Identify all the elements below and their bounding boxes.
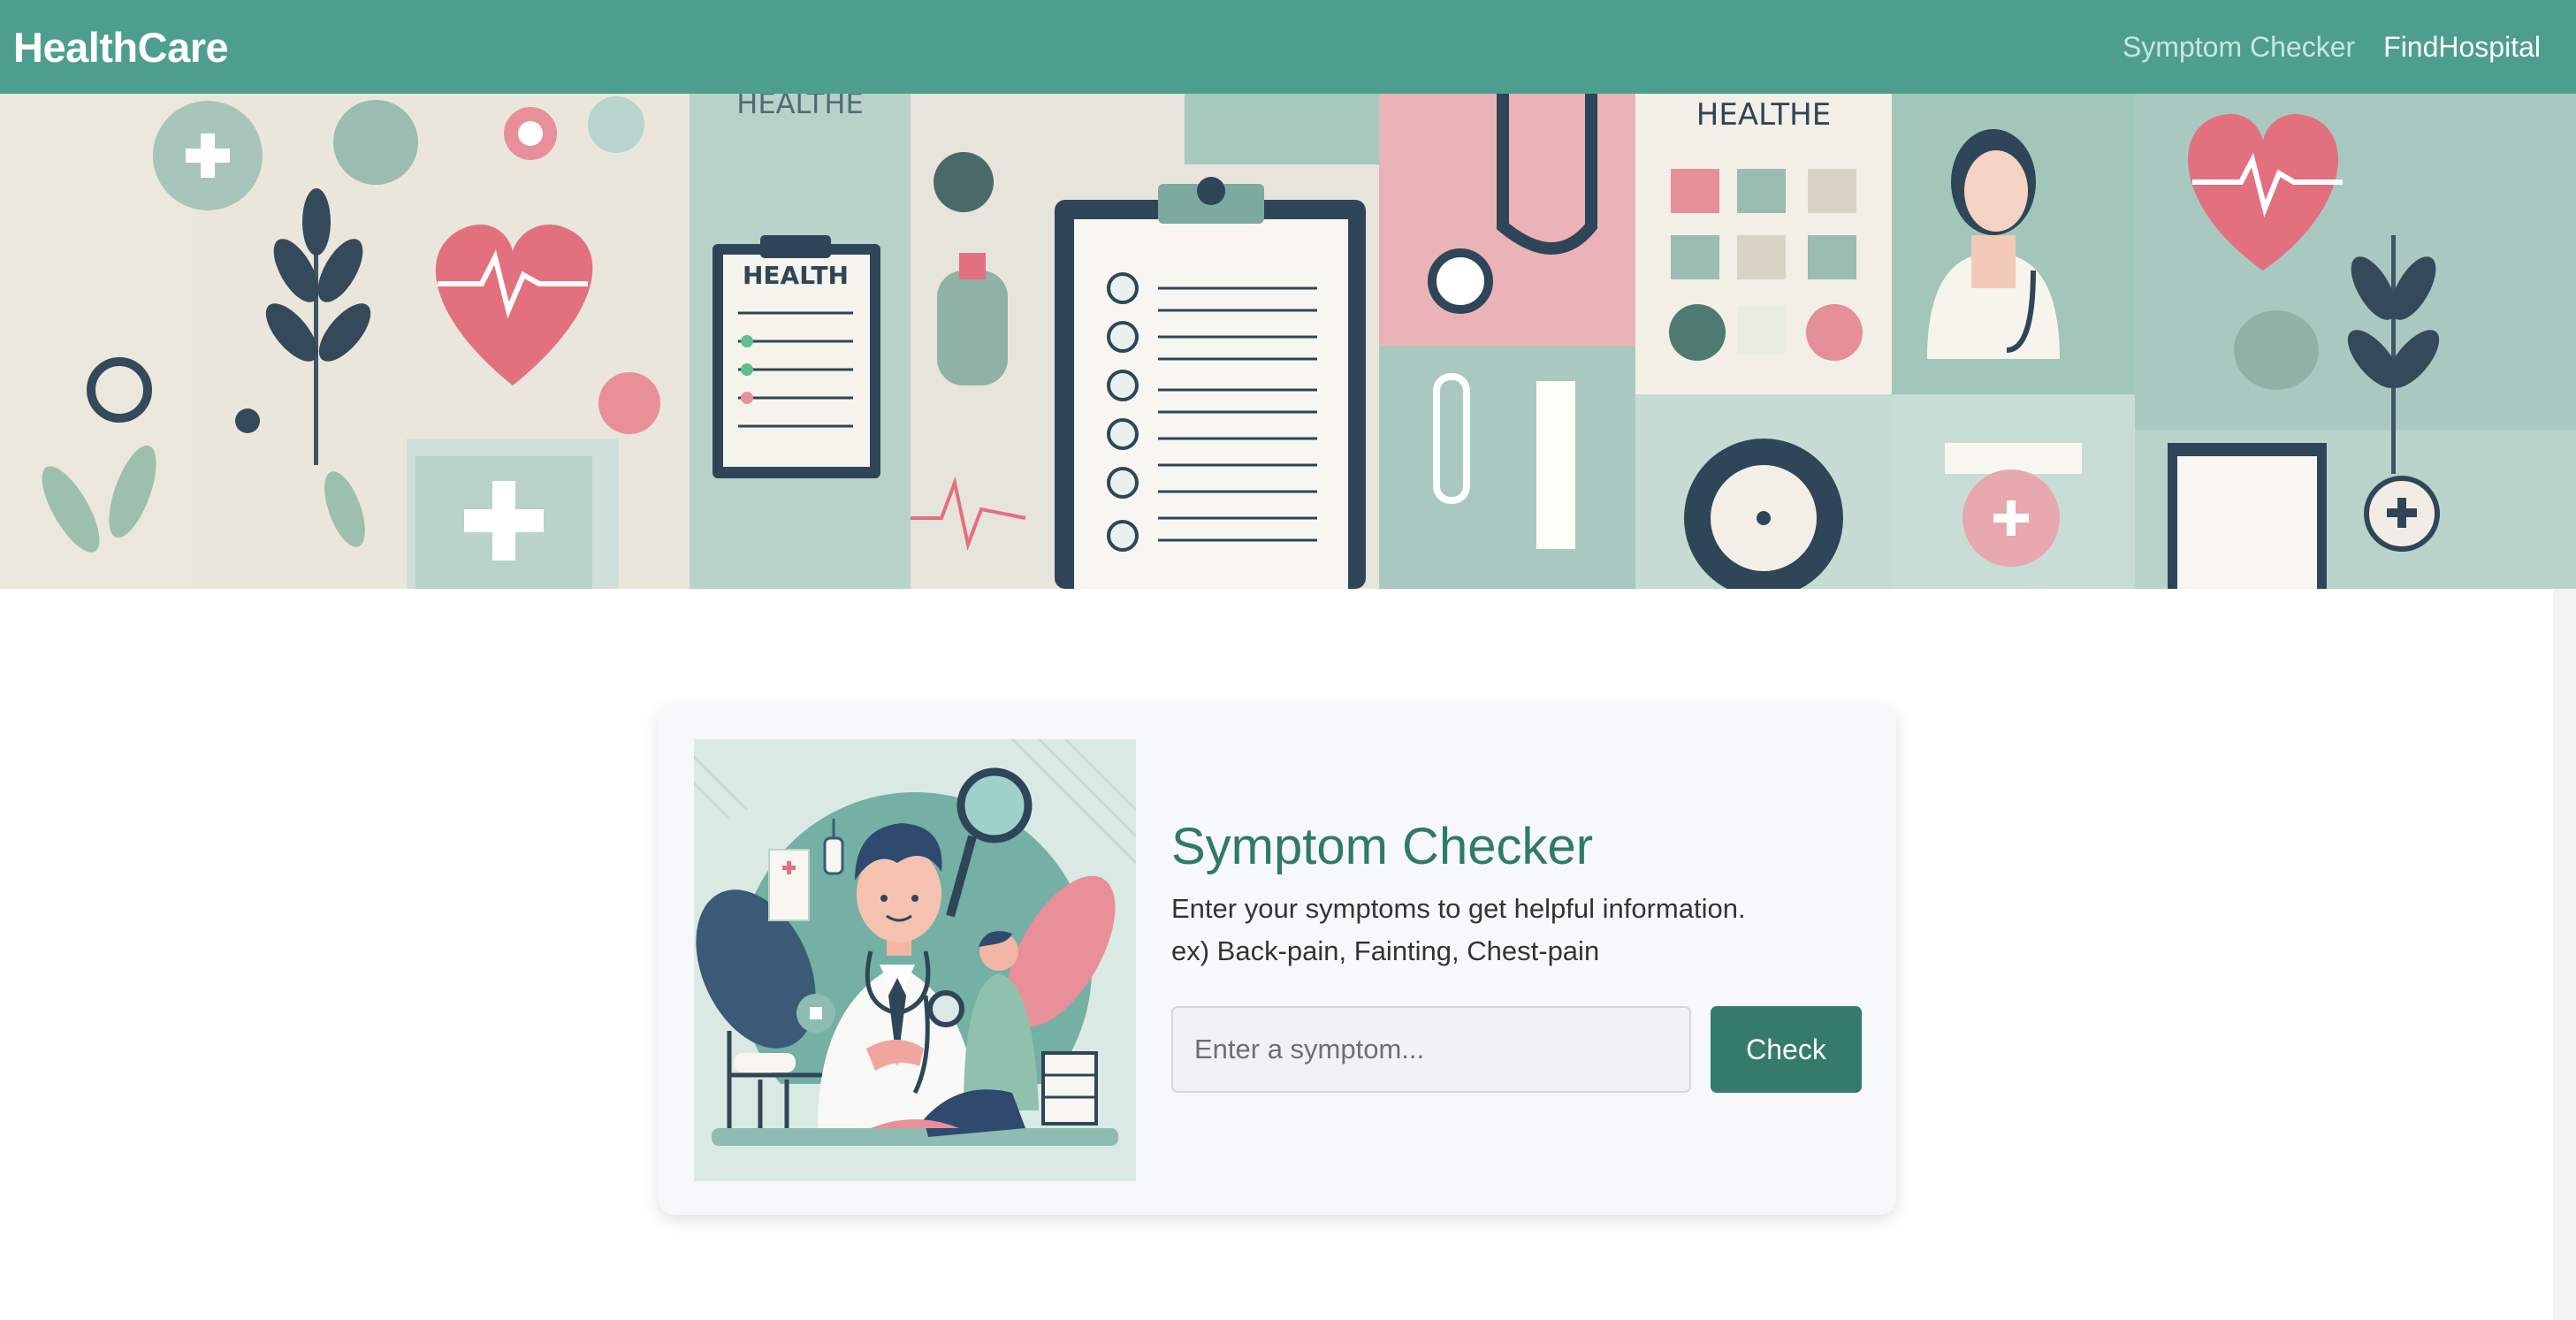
doctor-illustration [694, 739, 1136, 1181]
svg-text:HEALTHE: HEALTHE [1696, 97, 1831, 133]
nav-links: Symptom Checker FindHospital [2123, 31, 2541, 64]
symptom-input[interactable] [1171, 1006, 1691, 1093]
nav-link-find-hospital[interactable]: FindHospital [2383, 31, 2541, 64]
svg-text:HEALTH: HEALTH [743, 261, 849, 290]
hero-banner-image: HEALTH HEALTHE HEALTHE [0, 94, 2576, 589]
brand-logo[interactable]: HealthCare [13, 23, 229, 72]
card-description: Enter your symptoms to get helpful infor… [1171, 893, 1746, 924]
card-example-text: ex) Back-pain, Fainting, Chest-pain [1171, 935, 1600, 966]
nav-link-symptom-checker[interactable]: Symptom Checker [2123, 31, 2355, 64]
symptom-checker-card: Symptom Checker Enter your symptoms to g… [659, 704, 1896, 1215]
check-button[interactable]: Check [1711, 1006, 1862, 1093]
clipboard-icon [1055, 177, 1366, 589]
clipboard-icon: HEALTH [713, 235, 880, 478]
svg-text:HEALTHE: HEALTHE [736, 94, 863, 120]
plus-icon [153, 101, 263, 210]
top-navbar: HealthCare Symptom Checker FindHospital [0, 0, 2576, 94]
banner-illustration: HEALTH HEALTHE HEALTHE [0, 94, 2576, 589]
card-body: Symptom Checker Enter your symptoms to g… [1171, 704, 1870, 1215]
card-title: Symptom Checker [1171, 818, 1594, 875]
scrollbar-track[interactable] [2553, 589, 2576, 1320]
